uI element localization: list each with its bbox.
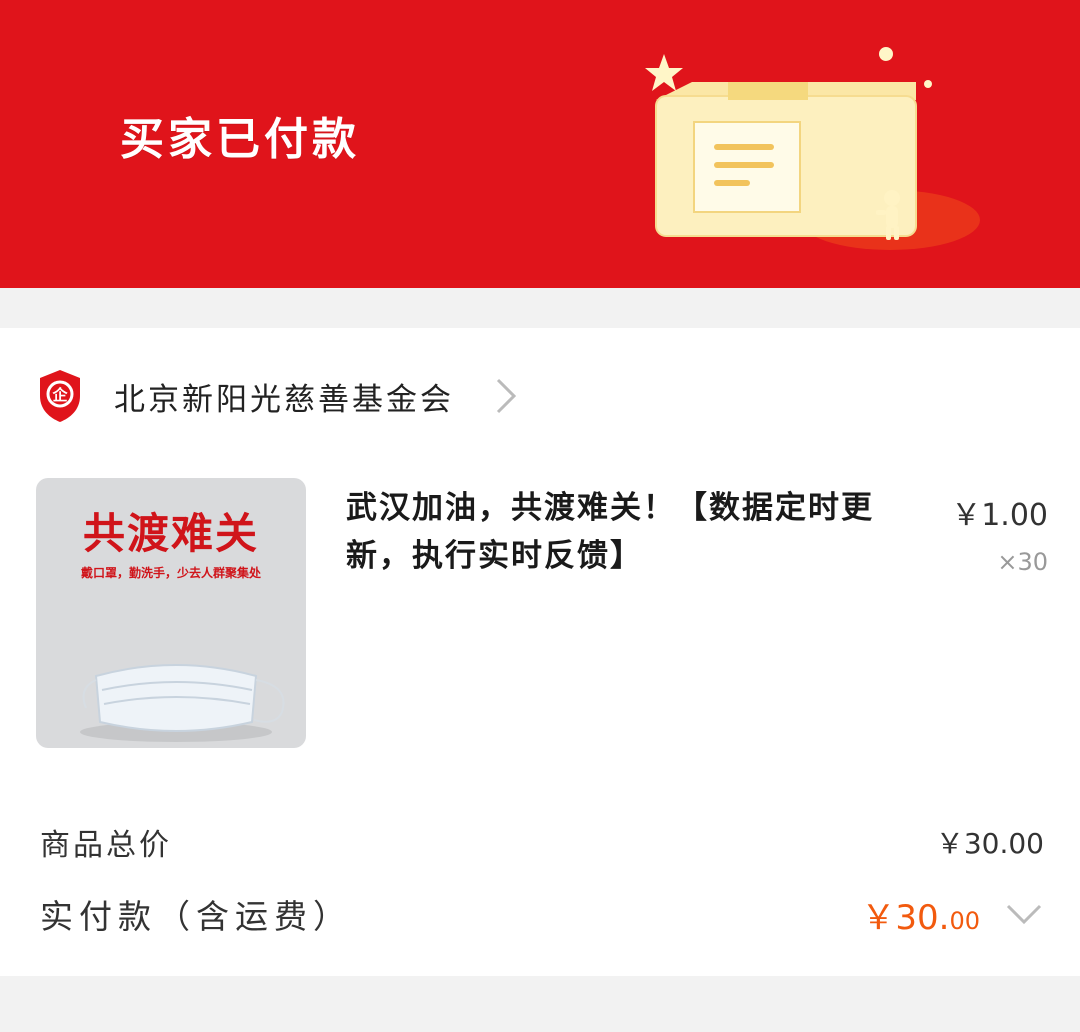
actual-paid-value-cents: 00 <box>949 906 980 935</box>
goods-total-value: ￥30.00 <box>935 827 1044 860</box>
face-mask-icon <box>80 664 285 742</box>
enterprise-shield-icon: 企 <box>40 370 80 422</box>
seller-name: 北京新阳光慈善基金会 <box>114 381 454 418</box>
product-unit-price: ￥1.00 <box>951 498 1048 533</box>
thumbnail-headline: 共渡难关 <box>82 509 259 558</box>
actual-paid-value-main: ￥30. <box>861 897 950 938</box>
thumbnail-subline: 戴口罩，勤洗手，少去人群聚集处 <box>80 566 261 580</box>
actual-paid-value: ￥30.00 <box>861 890 980 939</box>
order-detail-page: 买家已付款 企 北京新阳光慈善基金会 共渡难关 戴口罩，勤洗手，少去人群聚集处 … <box>0 0 1080 1032</box>
actual-paid-row[interactable]: 实付款（含运费） ￥30.00 <box>40 888 1044 940</box>
enterprise-badge-text: 企 <box>51 386 68 404</box>
section-divider <box>0 288 1080 328</box>
product-quantity: ×30 <box>997 548 1048 576</box>
chevron-down-icon[interactable] <box>1004 902 1044 926</box>
goods-total-row: 商品总价 ￥30.00 <box>40 822 1044 863</box>
actual-paid-amount-group: ￥30.00 <box>861 890 1044 939</box>
product-title[interactable]: 武汉加油，共渡难关！【数据定时更新，执行实时反馈】 <box>346 484 936 580</box>
package-box-icon <box>645 47 980 250</box>
order-card: 企 北京新阳光慈善基金会 共渡难关 戴口罩，勤洗手，少去人群聚集处 武汉加油，共… <box>0 328 1080 976</box>
product-thumbnail[interactable]: 共渡难关 戴口罩，勤洗手，少去人群聚集处 <box>36 478 306 748</box>
seller-row[interactable]: 企 北京新阳光慈善基金会 <box>36 366 518 426</box>
actual-paid-label: 实付款（含运费） <box>40 897 352 936</box>
goods-total-label: 商品总价 <box>40 828 172 863</box>
bottom-divider <box>0 976 1080 1032</box>
order-status-banner: 买家已付款 <box>0 0 1080 288</box>
order-status-title: 买家已付款 <box>120 114 360 165</box>
chevron-right-icon <box>496 378 517 414</box>
